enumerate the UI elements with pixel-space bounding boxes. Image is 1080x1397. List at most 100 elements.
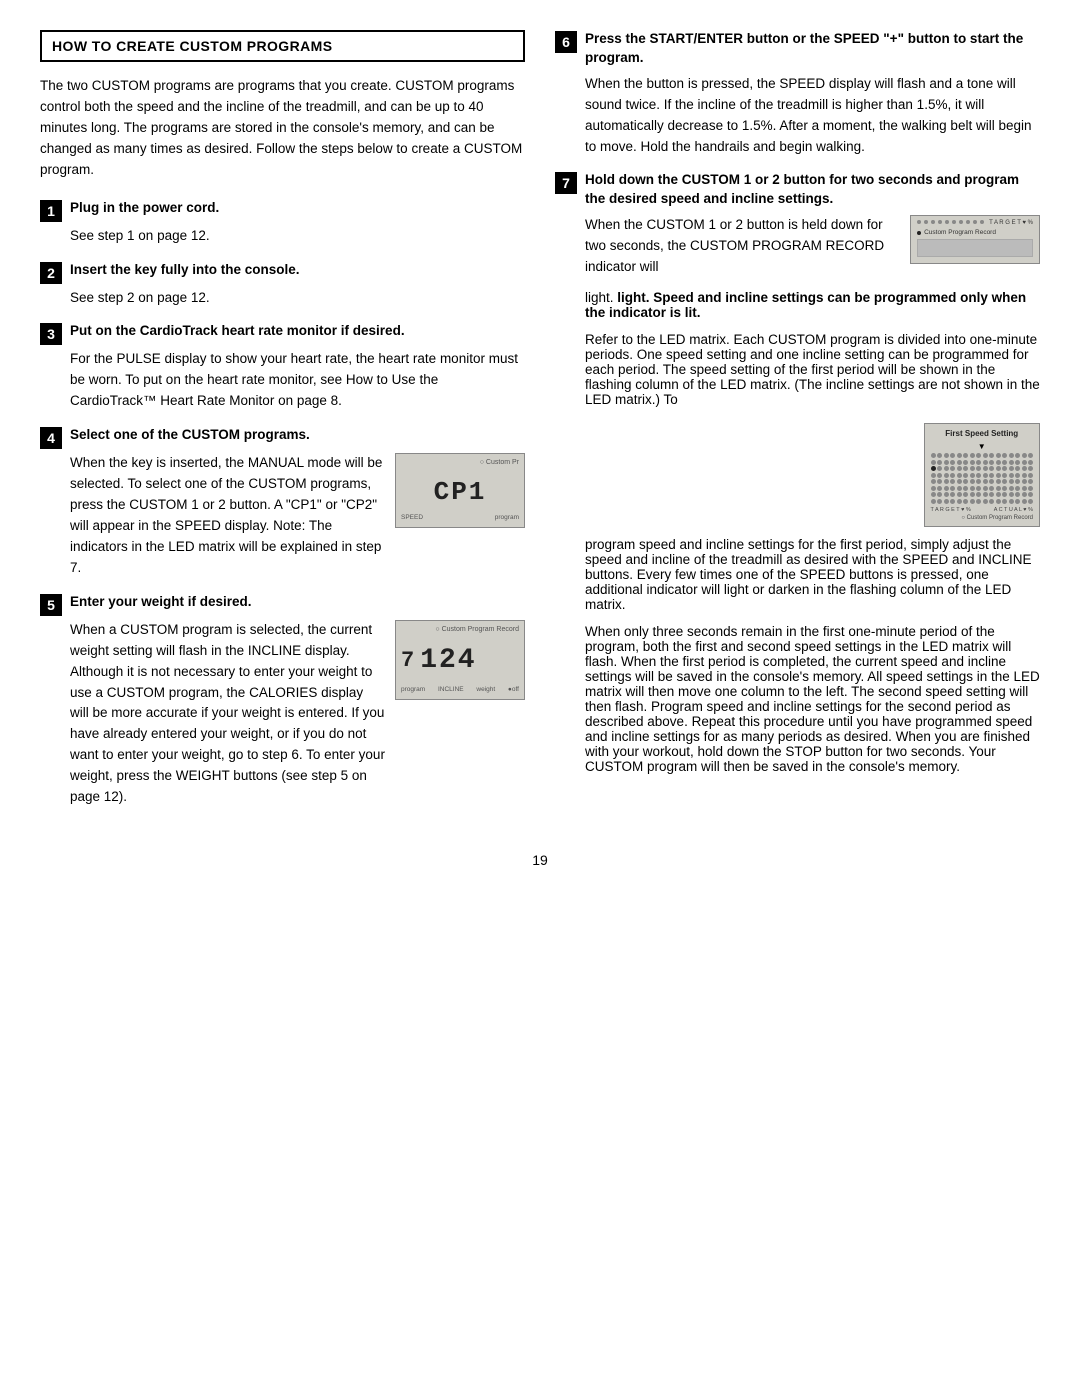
step-6-content: When the button is pressed, the SPEED di… xyxy=(585,74,1040,158)
indicator-bar xyxy=(917,239,1033,257)
step-4-number: 4 xyxy=(40,427,62,449)
weight-label-5: weight xyxy=(476,685,495,695)
fss-arrow: ▼ xyxy=(931,442,1034,451)
step-4-with-image: When the key is inserted, the MANUAL mod… xyxy=(70,453,525,579)
ind-dot-8 xyxy=(966,220,970,224)
step-7-number: 7 xyxy=(555,172,577,194)
led-row-5 xyxy=(931,479,1034,484)
page-container: HOW TO CREATE CUSTOM PROGRAMS The two CU… xyxy=(40,30,1040,822)
step-5-block: 5 Enter your weight if desired. When a C… xyxy=(40,593,525,808)
step-6-block: 6 Press the START/ENTER button or the SP… xyxy=(555,30,1040,157)
console-top-label-4: ○ Custom Pr xyxy=(401,458,519,469)
step-5-text: When a CUSTOM program is selected, the c… xyxy=(70,620,385,808)
weight-bottom-row: program INCLINE weight ●off xyxy=(401,685,519,695)
ind-dot-2 xyxy=(924,220,928,224)
cp1-display: CP1 xyxy=(434,472,487,512)
off-label-5: ●off xyxy=(508,685,519,695)
program-label: program xyxy=(495,513,519,523)
step-7-title: Hold down the CUSTOM 1 or 2 button for t… xyxy=(585,171,1040,209)
step-2-title: Insert the key fully into the console. xyxy=(70,261,300,280)
intro-text: The two CUSTOM programs are programs tha… xyxy=(40,76,525,181)
weight-top-label: ○ Custom Program Record xyxy=(401,625,519,636)
step-2-header: 2 Insert the key fully into the console. xyxy=(40,261,525,284)
step-2-content: See step 2 on page 12. xyxy=(70,288,525,309)
weight-display: ○ Custom Program Record 7 124 program IN… xyxy=(395,620,525,700)
indicator-box: T A R G E T ♥ % Custom Program Record xyxy=(910,215,1040,264)
step-7-text-part4: program speed and incline settings for t… xyxy=(585,537,1040,612)
led-grid xyxy=(931,453,1034,504)
bold-speed-incline: light. Speed and incline settings can be… xyxy=(585,290,1026,320)
speed-label: SPEED xyxy=(401,513,423,523)
page-number: 19 xyxy=(40,852,1040,868)
step-7-header: 7 Hold down the CUSTOM 1 or 2 button for… xyxy=(555,171,1040,209)
incline-label-5: INCLINE xyxy=(438,685,464,695)
ind-dot-5 xyxy=(945,220,949,224)
step-4-title: Select one of the CUSTOM programs. xyxy=(70,426,310,445)
step-7-text-before: When the CUSTOM 1 or 2 button is held do… xyxy=(585,217,884,274)
console-bottom-row-4: SPEED program xyxy=(401,513,519,523)
step-4-image: ○ Custom Pr CP1 SPEED program xyxy=(395,453,525,528)
led-row-1 xyxy=(931,453,1034,458)
console-digits-4: CP1 xyxy=(401,471,519,513)
step-1-block: 1 Plug in the power cord. See step 1 on … xyxy=(40,199,525,247)
led-row-3 xyxy=(931,466,1034,471)
left-column: HOW TO CREATE CUSTOM PROGRAMS The two CU… xyxy=(40,30,525,822)
led-row-8 xyxy=(931,499,1034,504)
first-speed-setting-box: First Speed Setting ▼ xyxy=(924,423,1041,527)
step-4-text: When the key is inserted, the MANUAL mod… xyxy=(70,453,385,579)
step-1-title: Plug in the power cord. xyxy=(70,199,219,218)
indicator-record-row: Custom Program Record xyxy=(917,229,1033,236)
led-row-7 xyxy=(931,492,1034,497)
step-5-number: 5 xyxy=(40,594,62,616)
ind-dot-10 xyxy=(980,220,984,224)
step-5-with-image: When a CUSTOM program is selected, the c… xyxy=(70,620,525,808)
step-4-header: 4 Select one of the CUSTOM programs. xyxy=(40,426,525,449)
step-7-led-section: First Speed Setting ▼ xyxy=(585,419,1040,527)
fss-led-container: First Speed Setting ▼ xyxy=(924,419,1041,527)
step-4-content: When the key is inserted, the MANUAL mod… xyxy=(70,453,525,579)
right-column: 6 Press the START/ENTER button or the SP… xyxy=(555,30,1040,822)
record-dot xyxy=(917,231,921,235)
program-label-5: program xyxy=(401,685,425,695)
led-row-6 xyxy=(931,486,1034,491)
step-6-number: 6 xyxy=(555,31,577,53)
step-3-header: 3 Put on the CardioTrack heart rate moni… xyxy=(40,322,525,345)
step-3-number: 3 xyxy=(40,323,62,345)
weight-digits: 124 xyxy=(420,639,476,682)
indicator-pct: T A R G E T ♥ % xyxy=(989,220,1033,226)
step-1-content: See step 1 on page 12. xyxy=(70,226,525,247)
ind-dot-6 xyxy=(952,220,956,224)
step-7-content: When the CUSTOM 1 or 2 button is held do… xyxy=(585,215,1040,773)
step-7-indicator-section: When the CUSTOM 1 or 2 button is held do… xyxy=(585,215,1040,278)
ind-dot-9 xyxy=(973,220,977,224)
fss-label: First Speed Setting xyxy=(931,429,1034,438)
weight-digit-7: 7 xyxy=(401,644,414,678)
step-4-block: 4 Select one of the CUSTOM programs. Whe… xyxy=(40,426,525,579)
target-label: T A R G E T ♥ % xyxy=(931,507,971,513)
weight-digits-row: 7 124 xyxy=(401,637,519,685)
step-3-title: Put on the CardioTrack heart rate monito… xyxy=(70,322,405,341)
led-row-4 xyxy=(931,473,1034,478)
step-2-number: 2 xyxy=(40,262,62,284)
step-5-image: ○ Custom Program Record 7 124 program IN… xyxy=(395,620,525,700)
step-3-content: For the PULSE display to show your heart… xyxy=(70,349,525,412)
step-6-header: 6 Press the START/ENTER button or the SP… xyxy=(555,30,1040,68)
step-1-number: 1 xyxy=(40,200,62,222)
ind-dot-4 xyxy=(938,220,942,224)
indicator-top-dots: T A R G E T ♥ % xyxy=(917,220,1033,226)
step-6-title: Press the START/ENTER button or the SPEE… xyxy=(585,30,1040,68)
led-bottom-labels: T A R G E T ♥ % A C T U A L ♥ % xyxy=(931,507,1034,513)
step-7-text-part5: When only three seconds remain in the fi… xyxy=(585,624,1040,774)
step-7-indicator-image: T A R G E T ♥ % Custom Program Record xyxy=(910,215,1040,278)
step-2-block: 2 Insert the key fully into the console.… xyxy=(40,261,525,309)
step-5-header: 5 Enter your weight if desired. xyxy=(40,593,525,616)
step-3-block: 3 Put on the CardioTrack heart rate moni… xyxy=(40,322,525,412)
console-display-4: ○ Custom Pr CP1 SPEED program xyxy=(395,453,525,528)
ind-dot-7 xyxy=(959,220,963,224)
step-5-title: Enter your weight if desired. xyxy=(70,593,252,612)
step-7-block: 7 Hold down the CUSTOM 1 or 2 button for… xyxy=(555,171,1040,773)
step-1-header: 1 Plug in the power cord. xyxy=(40,199,525,222)
step-7-text-part3: Refer to the LED matrix. Each CUSTOM pro… xyxy=(585,332,1040,407)
led-row-2 xyxy=(931,460,1034,465)
step-7-text-part1: When the CUSTOM 1 or 2 button is held do… xyxy=(585,215,898,278)
